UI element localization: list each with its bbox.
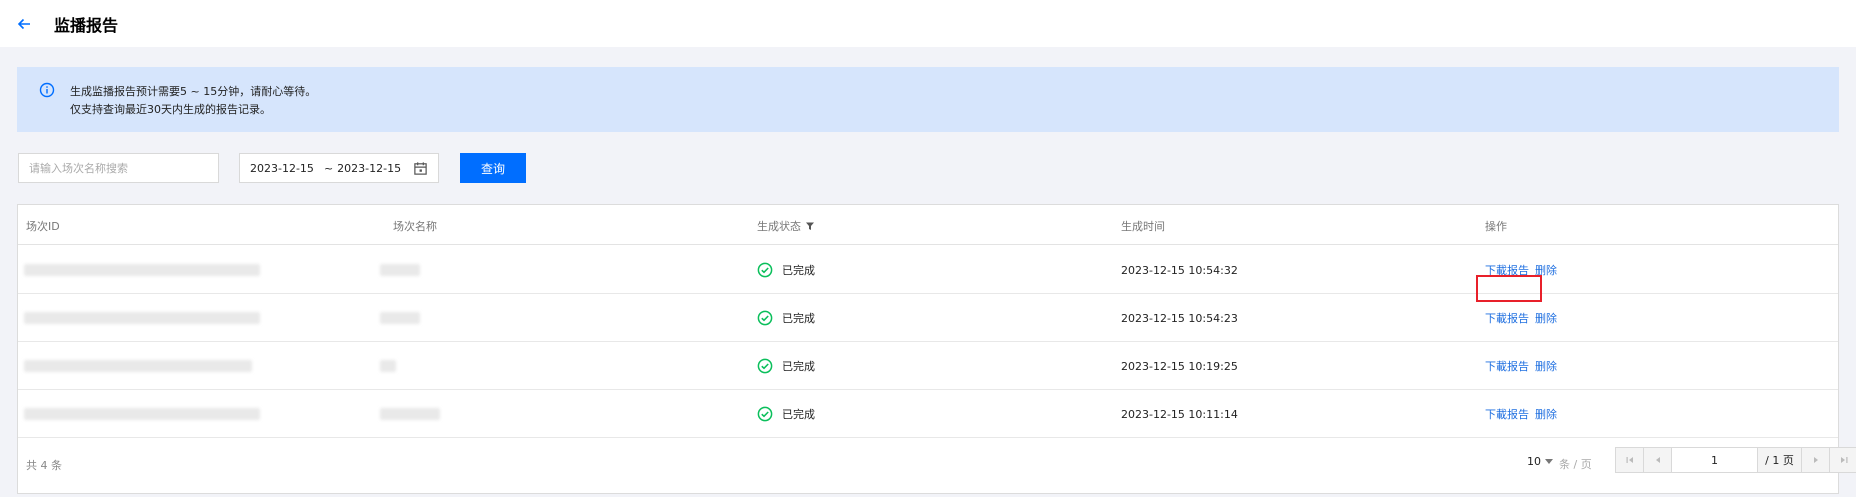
session-id-cell xyxy=(24,246,260,294)
column-header-actions: 操作 xyxy=(1485,220,1507,233)
pager: / 1 页 xyxy=(1615,447,1856,473)
session-name-cell xyxy=(380,390,440,438)
status-text: 已完成 xyxy=(782,360,815,373)
actions-cell: 下載报告 删除 xyxy=(1485,294,1557,342)
date-end: 2023-12-15 xyxy=(337,161,402,175)
column-header-time: 生成时间 xyxy=(1121,220,1165,233)
check-circle-icon xyxy=(757,262,773,278)
column-header-status: 生成状态 xyxy=(757,218,815,234)
info-notice: 生成监播报告预计需要5 ~ 15分钟，请耐心等待。 仅支持查询最近30天内生成的… xyxy=(17,67,1839,132)
status-text: 已完成 xyxy=(782,408,815,421)
actions-cell: 下載报告 删除 xyxy=(1485,390,1557,438)
check-circle-icon xyxy=(757,310,773,326)
table-row: 已完成 2023-12-15 10:11:14 下載报告 删除 xyxy=(18,390,1838,438)
table-row: 已完成 2023-12-15 10:54:32 下載报告 删除 xyxy=(18,246,1838,302)
status-cell: 已完成 xyxy=(757,342,815,390)
per-page-label: 条 / 页 xyxy=(1559,458,1592,471)
status-text: 已完成 xyxy=(782,264,815,277)
download-report-link[interactable]: 下載报告 xyxy=(1485,406,1529,422)
actions-cell: 下載报告 删除 xyxy=(1476,246,1557,302)
session-id-cell xyxy=(24,294,260,342)
prev-page-button[interactable] xyxy=(1644,448,1672,472)
total-count: 共 4 条 xyxy=(26,459,62,472)
page-size-value: 10 xyxy=(1527,455,1541,468)
top-bar: 监播报告 xyxy=(0,0,1856,47)
last-page-button[interactable] xyxy=(1830,448,1856,472)
column-header-session-name: 场次名称 xyxy=(393,220,437,233)
last-page-icon xyxy=(1841,457,1848,463)
status-cell: 已完成 xyxy=(757,294,815,342)
column-header-session-id: 场次ID xyxy=(26,220,60,233)
calendar-icon[interactable] xyxy=(413,161,428,176)
page-size-select[interactable]: 10 xyxy=(1527,455,1553,468)
session-search-input[interactable] xyxy=(18,153,219,183)
next-page-icon xyxy=(1813,457,1818,463)
status-cell: 已完成 xyxy=(757,390,815,438)
session-name-cell xyxy=(380,294,420,342)
time-cell: 2023-12-15 10:54:23 xyxy=(1121,311,1238,325)
first-page-button[interactable] xyxy=(1616,448,1644,472)
page-title: 监播报告 xyxy=(54,15,119,35)
date-separator: ~ xyxy=(323,161,334,175)
notice-line: 仅支持查询最近30天内生成的报告记录。 xyxy=(70,103,271,116)
status-text: 已完成 xyxy=(782,312,815,325)
check-circle-icon xyxy=(757,406,773,422)
download-report-link[interactable]: 下載报告 xyxy=(1485,358,1529,374)
table-row: 已完成 2023-12-15 10:54:23 下載报告 删除 xyxy=(18,294,1838,342)
info-icon xyxy=(39,82,55,98)
query-button[interactable]: 查询 xyxy=(460,153,526,183)
download-wrap: 下載报告 xyxy=(1476,262,1542,302)
session-id-cell xyxy=(24,342,252,390)
table-header: 场次ID 场次名称 生成状态 生成时间 操作 xyxy=(18,205,1838,245)
download-report-link[interactable]: 下載报告 xyxy=(1485,310,1529,326)
time-cell: 2023-12-15 10:19:25 xyxy=(1121,359,1238,373)
prev-page-icon xyxy=(1655,457,1660,463)
date-start: 2023-12-15 xyxy=(250,161,314,175)
table-row: 已完成 2023-12-15 10:19:25 下載报告 删除 xyxy=(18,342,1838,390)
delete-link[interactable]: 删除 xyxy=(1535,406,1557,422)
status-cell: 已完成 xyxy=(757,246,815,294)
page-number-input[interactable] xyxy=(1672,448,1758,472)
filter-icon[interactable] xyxy=(805,221,815,231)
date-range-picker[interactable]: 2023-12-15 ~ 2023-12-15 xyxy=(239,153,439,183)
report-table: 场次ID 场次名称 生成状态 生成时间 操作 已完成 2023-12-15 10… xyxy=(17,204,1856,494)
page-total-label: / 1 页 xyxy=(1758,448,1802,472)
session-name-cell xyxy=(380,342,396,390)
time-cell: 2023-12-15 10:11:14 xyxy=(1121,407,1238,421)
actions-cell: 下載报告 删除 xyxy=(1485,342,1557,390)
first-page-icon xyxy=(1626,457,1633,463)
chevron-down-icon xyxy=(1545,459,1553,464)
session-id-cell xyxy=(24,390,260,438)
session-name-cell xyxy=(380,246,420,294)
delete-link[interactable]: 删除 xyxy=(1535,358,1557,374)
delete-link[interactable]: 删除 xyxy=(1535,310,1557,326)
time-cell: 2023-12-15 10:54:32 xyxy=(1121,263,1238,277)
next-page-button[interactable] xyxy=(1802,448,1830,472)
table-footer: 共 4 条 10 条 / 页 / 1 页 xyxy=(18,436,1856,492)
column-header-status-label: 生成状态 xyxy=(757,220,801,233)
notice-line: 生成监播报告预计需要5 ~ 15分钟，请耐心等待。 xyxy=(70,85,317,98)
check-circle-icon xyxy=(757,358,773,374)
back-arrow-icon[interactable] xyxy=(16,16,32,32)
